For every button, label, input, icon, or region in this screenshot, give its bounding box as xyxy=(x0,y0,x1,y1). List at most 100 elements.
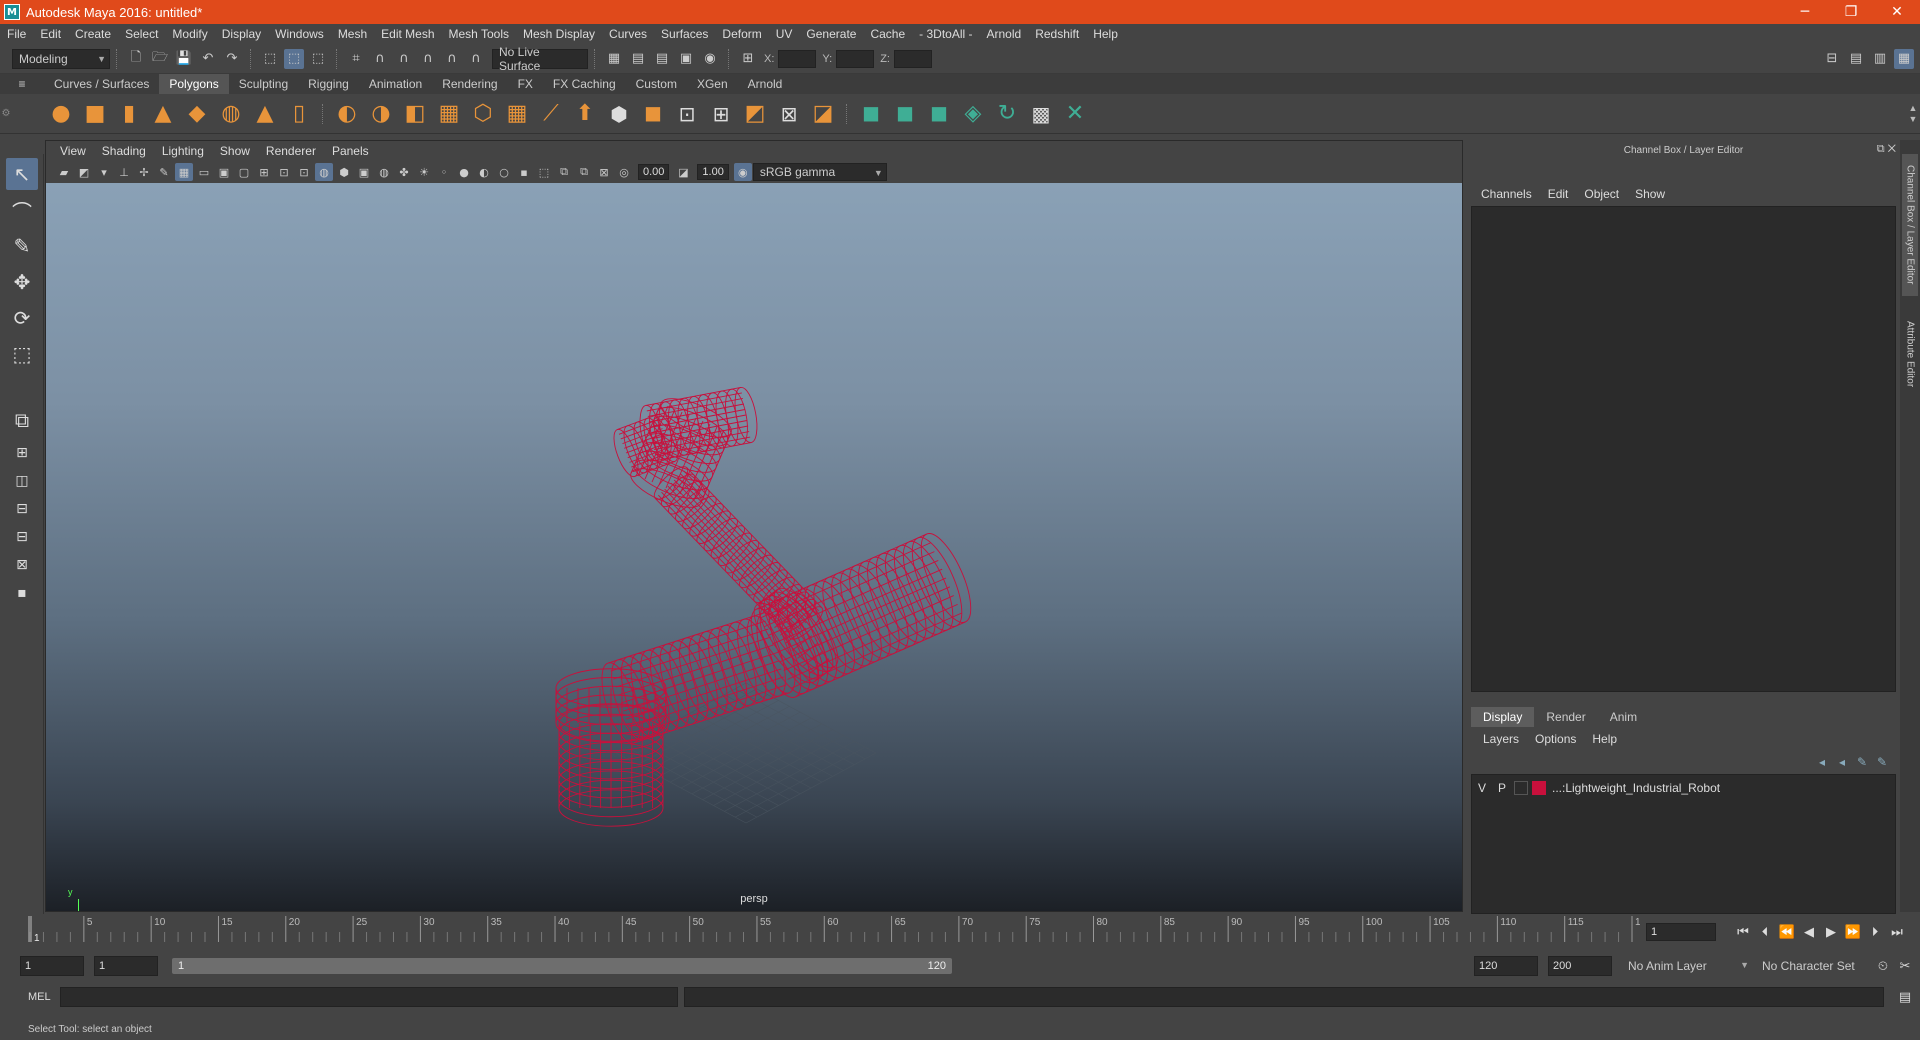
magnet-icon[interactable]: ∩ xyxy=(466,49,486,69)
step-back-icon[interactable]: ⏴ xyxy=(1754,925,1776,940)
side-tab-attribute-editor[interactable]: Attribute Editor xyxy=(1902,308,1918,400)
panel-float-close-icon[interactable]: ⧉ ✕ xyxy=(1877,143,1896,156)
menu-edit[interactable]: Edit xyxy=(33,27,68,41)
menu-surfaces[interactable]: Surfaces xyxy=(654,27,715,41)
snap-point-icon[interactable]: ∩ xyxy=(394,49,414,69)
menu-help[interactable]: Help xyxy=(1086,27,1125,41)
bookmark-icon[interactable]: ▾ xyxy=(95,163,113,181)
tab-render-layers[interactable]: Render xyxy=(1534,707,1597,727)
tab-curves-surfaces[interactable]: Curves / Surfaces xyxy=(44,74,159,94)
menu-curves[interactable]: Curves xyxy=(602,27,654,41)
insert-edge-loop-icon[interactable]: ◪ xyxy=(808,99,838,129)
settings-icon[interactable]: ⚙ xyxy=(0,99,12,129)
target-weld-icon[interactable]: ⊠ xyxy=(774,99,804,129)
poly-sphere-icon[interactable]: ● xyxy=(46,99,76,129)
outliner-layout-icon[interactable]: ⊠ xyxy=(6,554,38,576)
layer-color-swatch[interactable] xyxy=(1532,781,1546,795)
tab-polygons[interactable]: Polygons xyxy=(159,74,229,94)
tab-sculpting[interactable]: Sculpting xyxy=(229,74,298,94)
tab-fx[interactable]: FX xyxy=(508,74,543,94)
select-component-icon[interactable]: ⬚ xyxy=(308,49,328,69)
new-layer-icon[interactable]: ✎ xyxy=(1852,755,1872,769)
smooth-icon[interactable]: ▦ xyxy=(434,99,464,129)
menu-redshift[interactable]: Redshift xyxy=(1028,27,1086,41)
menu-mesh[interactable]: Mesh xyxy=(331,27,374,41)
select-tool-icon[interactable]: ↖ xyxy=(6,158,38,190)
end-time-field[interactable]: 200 xyxy=(1548,956,1612,976)
tab-xgen[interactable]: XGen xyxy=(687,74,738,94)
mel-label[interactable]: MEL xyxy=(0,991,60,1003)
merge-icon[interactable]: ◩ xyxy=(740,99,770,129)
modeling-toolkit-icon[interactable]: ⊟ xyxy=(1822,49,1842,69)
uv-cylindrical-icon[interactable]: ◼ xyxy=(890,99,920,129)
menu-deform[interactable]: Deform xyxy=(715,27,768,41)
layer-display-type[interactable] xyxy=(1514,781,1528,795)
menu-arnold[interactable]: Arnold xyxy=(980,27,1029,41)
menu-create[interactable]: Create xyxy=(68,27,118,41)
layer-playback-toggle[interactable]: P xyxy=(1492,781,1512,795)
tab-rendering[interactable]: Rendering xyxy=(432,74,507,94)
anim-layer-dropdown[interactable]: No Anim Layer ▼ xyxy=(1622,956,1752,976)
resolution-gate-icon[interactable]: ▣ xyxy=(215,163,233,181)
panel-menu-shading[interactable]: Shading xyxy=(94,144,154,158)
save-scene-icon[interactable]: 💾 xyxy=(174,49,194,69)
select-object-icon[interactable]: ⬚ xyxy=(284,48,304,69)
exposure-icon[interactable]: ◎ xyxy=(615,163,633,181)
tab-display-layers[interactable]: Display xyxy=(1471,707,1535,727)
move-tool-icon[interactable]: ✥ xyxy=(6,266,38,298)
layer-menu-options[interactable]: Options xyxy=(1527,732,1584,746)
poly-cube-icon[interactable]: ■ xyxy=(80,99,110,129)
menu-uv[interactable]: UV xyxy=(769,27,800,41)
separate-icon[interactable]: ◑ xyxy=(366,99,396,129)
z-field[interactable] xyxy=(893,49,932,68)
camera-attributes-icon[interactable]: ◩ xyxy=(75,163,93,181)
go-to-start-icon[interactable]: ⏮ xyxy=(1732,925,1754,940)
panel-menu-renderer[interactable]: Renderer xyxy=(258,144,324,158)
rotate-tool-icon[interactable]: ⟳ xyxy=(6,302,38,334)
color-space-dropdown[interactable]: sRGB gamma ▼ xyxy=(752,163,887,181)
play-backward-icon[interactable]: ◀ xyxy=(1798,925,1820,940)
use-lights-icon[interactable]: ☀ xyxy=(415,163,433,181)
menu-mesh-tools[interactable]: Mesh Tools xyxy=(442,27,516,41)
snap-curve-icon[interactable]: ∩ xyxy=(370,49,390,69)
snap-surface-icon[interactable]: ∩ xyxy=(442,49,462,69)
poly-torus-icon[interactable]: ◍ xyxy=(216,99,246,129)
live-surface-field[interactable]: No Live Surface xyxy=(492,45,588,73)
step-forward-icon[interactable]: ⏵ xyxy=(1864,925,1886,940)
persp-graph-icon[interactable]: ⊟ xyxy=(6,526,38,548)
bridge-icon[interactable]: ◼ xyxy=(638,99,668,129)
panel-menu-lighting[interactable]: Lighting xyxy=(154,144,212,158)
menu-file[interactable]: File xyxy=(0,27,33,41)
playback-start-field[interactable]: 1 xyxy=(94,956,158,976)
image-plane-icon[interactable]: ⊥ xyxy=(115,163,133,181)
panel-menu-view[interactable]: View xyxy=(52,144,94,158)
screen-space-ao-icon[interactable]: ● xyxy=(455,163,473,181)
range-slider-handle[interactable]: 1 120 xyxy=(172,958,952,974)
boolean-icon[interactable]: ⬡ xyxy=(468,99,498,129)
poly-pyramid-icon[interactable]: ▲ xyxy=(250,99,280,129)
bevel-icon[interactable]: ⬢ xyxy=(604,99,634,129)
tab-anim-layers[interactable]: Anim xyxy=(1598,707,1649,727)
side-by-side-icon[interactable]: ◫ xyxy=(6,470,38,492)
time-slider[interactable]: 5 10 15 20 25 30 35 40 45 50 55 60 65 70 75 80 85 90 95 100… xyxy=(20,914,1652,946)
cb-menu-show[interactable]: Show xyxy=(1627,187,1673,201)
gamma-field[interactable]: 1.00 xyxy=(697,164,729,180)
wireframe-icon[interactable]: ◍ xyxy=(315,163,333,181)
backface-culling-icon[interactable]: ⊠ xyxy=(595,163,613,181)
step-back-key-icon[interactable]: ⏪ xyxy=(1776,925,1798,940)
default-material-icon[interactable]: ▣ xyxy=(355,163,373,181)
color-management-icon[interactable]: ◉ xyxy=(733,163,752,181)
gamma-icon[interactable]: ◪ xyxy=(674,163,692,181)
poly-cone-icon[interactable]: ▲ xyxy=(148,99,178,129)
new-scene-icon[interactable]: 🗋 xyxy=(126,49,146,69)
character-set-dropdown[interactable]: No Character Set xyxy=(1756,956,1872,976)
restore-icon[interactable]: ❐ xyxy=(1828,0,1874,24)
undo-icon[interactable]: ↶ xyxy=(198,49,218,69)
uv-editor-icon[interactable]: ✕ xyxy=(1060,99,1090,129)
render-settings-icon[interactable]: ▣ xyxy=(676,49,696,69)
side-tab-channel-box[interactable]: Channel Box / Layer Editor xyxy=(1902,154,1918,296)
layer-menu-help[interactable]: Help xyxy=(1584,732,1625,746)
mode-dropdown[interactable]: Modeling ▼ xyxy=(12,48,110,69)
go-to-end-icon[interactable]: ⏭ xyxy=(1886,925,1908,940)
shelf-menu-icon[interactable]: ≡ xyxy=(0,74,44,94)
